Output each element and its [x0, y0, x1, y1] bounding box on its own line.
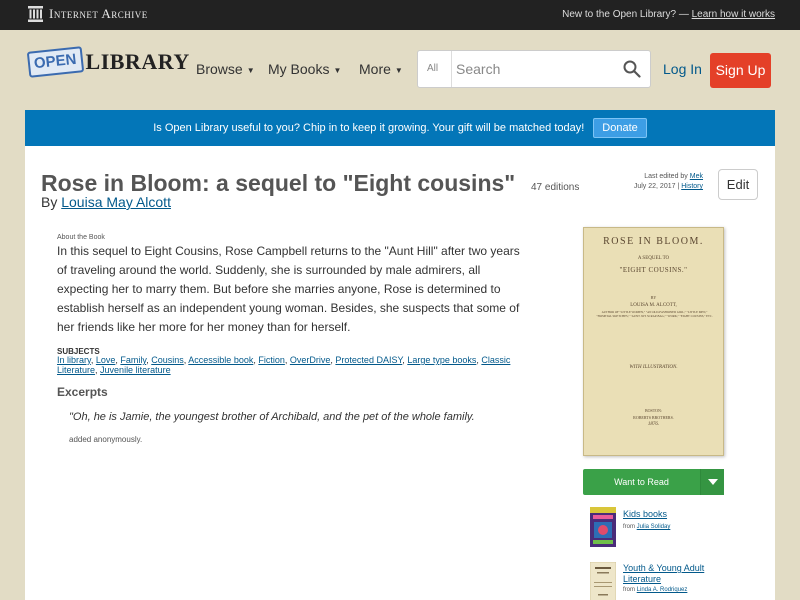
nav-browse-label: Browse — [196, 61, 243, 77]
edit-button[interactable]: Edit — [718, 169, 758, 200]
nav-my-books[interactable]: My Books ▼ — [268, 61, 341, 77]
list-from: from Linda A. Rodriquez — [623, 587, 687, 593]
subject-link[interactable]: Juvenile literature — [100, 365, 171, 375]
list-cover-thumbnail[interactable] — [590, 507, 616, 547]
caret-down-icon: ▼ — [333, 65, 342, 75]
cover-publisher: ROBERTS BROTHERS. — [633, 415, 674, 420]
caret-down-icon: ▼ — [394, 65, 403, 75]
list-item: Youth & Young Adult Literature from Lind… — [583, 560, 743, 600]
cover-year: 1876. — [647, 422, 660, 427]
byline: By Louisa May Alcott — [41, 194, 171, 210]
cover-sequel: A SEQUEL TO — [637, 256, 670, 261]
cover-eight-cousins: "EIGHT COUSINS." — [619, 266, 688, 274]
cover-title: ROSE IN BLOOM. — [603, 236, 704, 247]
excerpt-text: "Oh, he is Jamie, the youngest brother o… — [69, 411, 475, 423]
book-cover[interactable]: ROSE IN BLOOM. A SEQUEL TO "EIGHT COUSIN… — [583, 227, 724, 456]
history-link[interactable]: History — [681, 183, 703, 190]
caret-down-icon: ▼ — [246, 65, 255, 75]
donate-banner-text: Is Open Library useful to you? Chip in t… — [153, 122, 585, 134]
list-item: Kids books from Julia Soliday — [583, 506, 743, 550]
open-library-logo[interactable]: OPEN LIBRARY — [26, 46, 190, 78]
list-title-link[interactable]: Kids books — [623, 509, 743, 520]
editions-count[interactable]: 47 editions — [531, 182, 579, 193]
search-icon[interactable] — [623, 60, 641, 78]
by-label: By — [41, 194, 58, 210]
list-author-link[interactable]: Julia Soliday — [637, 524, 671, 530]
logo-open-text: OPEN — [26, 46, 84, 78]
ia-promo-text: New to the Open Library? — — [562, 9, 689, 20]
cover-illustration-note: WITH ILLUSTRATION. — [629, 365, 678, 370]
search-input[interactable] — [452, 51, 612, 87]
ia-promo: New to the Open Library? — Learn how it … — [562, 9, 775, 20]
cover-author: LOUISA M. ALCOTT, — [630, 303, 677, 308]
site-header: OPEN LIBRARY Browse ▼ My Books ▼ More ▼ All… — [0, 30, 800, 110]
subject-link[interactable]: Accessible book — [188, 355, 253, 365]
internet-archive-logo[interactable]: Internet Archive — [28, 6, 148, 22]
internet-archive-logo-text: Internet Archive — [49, 6, 148, 21]
signup-button[interactable]: Sign Up — [710, 53, 771, 88]
subject-link[interactable]: OverDrive — [290, 355, 331, 365]
caret-down-icon — [708, 479, 718, 485]
nav-my-books-label: My Books — [268, 61, 330, 77]
search-box: All — [417, 50, 651, 88]
want-to-read-widget: Want to Read — [583, 469, 724, 495]
about-label: About the Book — [57, 234, 105, 241]
nav-browse[interactable]: Browse ▼ — [196, 61, 255, 77]
subject-link[interactable]: Protected DAISY — [335, 355, 402, 365]
last-edited-user-link[interactable]: Mek — [690, 173, 703, 180]
subject-link[interactable]: Love — [96, 355, 116, 365]
subject-link[interactable]: Fiction — [258, 355, 285, 365]
nav-more-label: More — [359, 61, 391, 77]
donate-button[interactable]: Donate — [593, 118, 647, 138]
learn-how-it-works-link[interactable]: Learn how it works — [692, 9, 775, 20]
logo-library-text: LIBRARY — [85, 49, 190, 74]
donate-banner: Is Open Library useful to you? Chip in t… — [25, 110, 775, 146]
book-description: In this sequel to Eight Cousins, Rose Ca… — [57, 244, 520, 334]
excerpt-attribution: added anonymously. — [69, 435, 143, 444]
want-to-read-dropdown[interactable] — [700, 469, 724, 495]
search-scope-select[interactable]: All — [418, 51, 452, 87]
nav-more[interactable]: More ▼ — [359, 61, 403, 77]
cover-by: BY — [650, 295, 657, 300]
author-link[interactable]: Louisa May Alcott — [61, 194, 171, 210]
list-from: from Julia Soliday — [623, 524, 670, 530]
list-from-label: from — [623, 587, 635, 593]
subject-link[interactable]: Cousins — [151, 355, 184, 365]
list-from-label: from — [623, 524, 635, 530]
book-title: Rose in Bloom: a sequel to "Eight cousin… — [41, 170, 516, 196]
book-page: Rose in Bloom: a sequel to "Eight cousin… — [25, 146, 775, 600]
internet-archive-bar: Internet Archive New to the Open Library… — [0, 0, 800, 30]
cover-city: BOSTON: — [644, 408, 663, 413]
cover-author-of: AUTHOR OF "LITTLE WOMEN," "AN OLD-FASHIO… — [596, 310, 713, 318]
subject-link[interactable]: In library — [57, 355, 91, 365]
last-edited-date: July 22, 2017 | — [633, 183, 680, 190]
last-edited-prefix: Last edited by — [644, 173, 688, 180]
want-to-read-button[interactable]: Want to Read — [583, 469, 700, 495]
subject-link[interactable]: Large type books — [407, 355, 476, 365]
list-title-link[interactable]: Youth & Young Adult Literature — [623, 563, 743, 585]
excerpts-heading: Excerpts — [57, 385, 108, 399]
list-author-link[interactable]: Linda A. Rodriquez — [637, 587, 688, 593]
subject-link[interactable]: Family — [120, 355, 146, 365]
login-link[interactable]: Log In — [663, 61, 702, 77]
last-edited-info: Last edited by Mek July 22, 2017 | Histo… — [605, 172, 703, 192]
list-cover-thumbnail[interactable] — [590, 562, 616, 600]
archive-building-icon — [28, 6, 43, 22]
subjects-list: In library, Love, Family, Cousins, Acces… — [57, 355, 511, 375]
